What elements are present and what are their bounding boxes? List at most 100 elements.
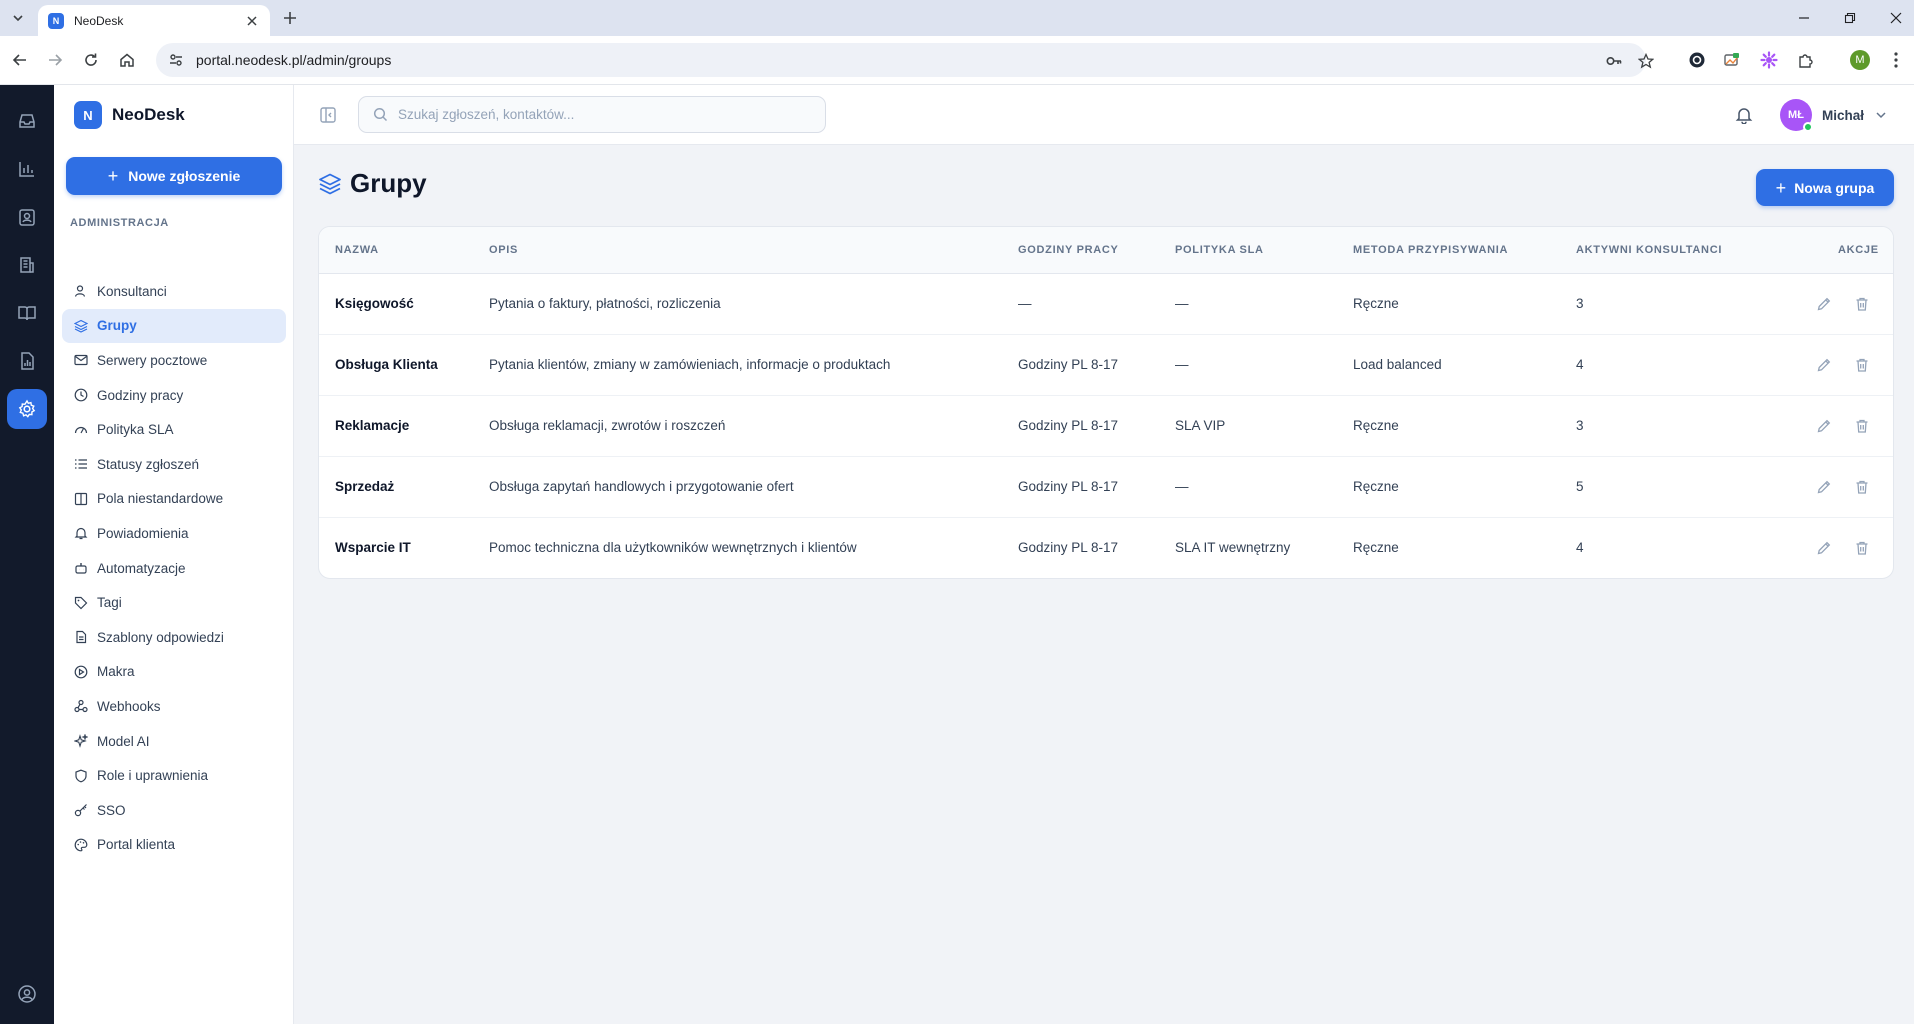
edit-pencil-icon[interactable] xyxy=(1814,294,1834,314)
avatar-initials: MŁ xyxy=(1788,109,1804,121)
sidebar-item-grupy[interactable]: Grupy xyxy=(62,308,286,344)
sidebar-item-szablony-odpowiedzi[interactable]: Szablony odpowiedzi xyxy=(62,620,286,655)
delete-trash-icon[interactable] xyxy=(1852,477,1872,497)
edit-pencil-icon[interactable] xyxy=(1814,477,1834,497)
search-input[interactable] xyxy=(398,107,818,122)
sidebar-toggle-icon[interactable] xyxy=(318,105,338,125)
sidebar-item-sso[interactable]: SSO xyxy=(62,793,286,828)
address-bar[interactable]: portal.neodesk.pl/admin/groups xyxy=(156,43,1654,77)
group-sla-policy: — xyxy=(1175,357,1189,372)
delete-trash-icon[interactable] xyxy=(1852,355,1872,375)
group-name[interactable]: Księgowość xyxy=(335,296,414,311)
robot-icon xyxy=(74,561,88,575)
group-active-agents: 4 xyxy=(1576,540,1584,555)
sidebar-item-serwery-pocztowe[interactable]: Serwery pocztowe xyxy=(62,343,286,378)
rail-companies-icon[interactable] xyxy=(7,245,47,285)
user-menu[interactable]: MŁ Michał xyxy=(1780,99,1888,132)
sidebar-item-polityka-sla[interactable]: Polityka SLA xyxy=(62,412,286,447)
rail-contacts-icon[interactable] xyxy=(7,197,47,237)
sidebar-item-powiadomienia[interactable]: Powiadomienia xyxy=(62,516,286,551)
sidebar-item-konsultanci[interactable]: Konsultanci xyxy=(62,274,286,309)
new-ticket-button[interactable]: + Nowe zgłoszenie xyxy=(66,157,282,195)
section-label: ADMINISTRACJA xyxy=(70,217,169,229)
rail-profile-icon[interactable] xyxy=(7,974,47,1014)
sidebar-item-automatyzacje[interactable]: Automatyzacje xyxy=(62,551,286,586)
table-row[interactable]: Obsługa Klienta Pytania klientów, zmiany… xyxy=(319,335,1893,396)
sidebar-item-role-i-uprawnienia[interactable]: Role i uprawnienia xyxy=(62,758,286,793)
brand[interactable]: N NeoDesk xyxy=(74,101,185,129)
sidebar-item-makra[interactable]: Makra xyxy=(62,655,286,690)
group-assignment-method: Ręczne xyxy=(1353,296,1399,311)
extension-flower-icon[interactable] xyxy=(1757,48,1781,72)
sidebar-item-label: Automatyzacje xyxy=(97,560,186,576)
group-name[interactable]: Sprzedaż xyxy=(335,479,394,494)
close-window-icon[interactable] xyxy=(1878,6,1914,30)
notifications-bell-icon[interactable] xyxy=(1732,103,1756,127)
sidebar-item-label: Portal klienta xyxy=(97,837,176,853)
plus-icon: + xyxy=(107,166,119,186)
minimize-icon[interactable] xyxy=(1786,6,1822,30)
reload-icon[interactable] xyxy=(79,48,103,72)
group-assignment-method: Ręczne xyxy=(1353,540,1399,555)
group-working-hours: — xyxy=(1018,296,1032,311)
table-row[interactable]: Reklamacje Obsługa reklamacji, zwrotów i… xyxy=(319,396,1893,457)
layers-icon xyxy=(319,173,341,194)
group-working-hours: Godziny PL 8-17 xyxy=(1018,479,1119,494)
site-info-icon[interactable] xyxy=(168,52,184,68)
table-row[interactable]: Wsparcie IT Pomoc techniczna dla użytkow… xyxy=(319,518,1893,578)
sidebar-item-label: Grupy xyxy=(97,318,137,334)
browser-tab[interactable]: N NeoDesk xyxy=(38,5,270,36)
sidebar-item-webhooks[interactable]: Webhooks xyxy=(62,689,286,724)
group-name[interactable]: Reklamacje xyxy=(335,418,409,433)
global-search[interactable] xyxy=(358,96,826,133)
columns-icon xyxy=(74,492,88,506)
bookmark-star-icon[interactable] xyxy=(1636,51,1656,71)
sidebar-item-model-ai[interactable]: Model AI xyxy=(62,724,286,759)
back-icon[interactable] xyxy=(8,48,32,72)
tab-search-button[interactable] xyxy=(6,6,30,30)
extension-image-icon[interactable] xyxy=(1720,48,1744,72)
extension-grammar-icon[interactable] xyxy=(1685,48,1709,72)
sidebar-item-pola-niestandardowe[interactable]: Pola niestandardowe xyxy=(62,482,286,517)
search-icon xyxy=(373,107,388,122)
group-working-hours: Godziny PL 8-17 xyxy=(1018,540,1119,555)
group-active-agents: 4 xyxy=(1576,357,1584,372)
delete-trash-icon[interactable] xyxy=(1852,294,1872,314)
group-description: Pytania klientów, zmiany w zamówieniach,… xyxy=(489,357,891,372)
sidebar-item-label: Statusy zgłoszeń xyxy=(97,456,200,472)
new-tab-icon[interactable] xyxy=(280,8,300,28)
sidebar-item-label: Polityka SLA xyxy=(97,422,174,438)
column-header-name[interactable]: NAZWA xyxy=(335,244,379,256)
tab-close-icon[interactable] xyxy=(244,13,260,29)
forward-icon[interactable] xyxy=(43,48,67,72)
group-name[interactable]: Obsługa Klienta xyxy=(335,357,438,372)
rail-inbox-icon[interactable] xyxy=(7,101,47,141)
table-row[interactable]: Księgowość Pytania o faktury, płatności,… xyxy=(319,274,1893,335)
password-key-icon[interactable] xyxy=(1604,51,1624,71)
extensions-puzzle-icon[interactable] xyxy=(1794,48,1818,72)
sidebar-item-godziny-pracy[interactable]: Godziny pracy xyxy=(62,378,286,413)
rail-reports-icon[interactable] xyxy=(7,149,47,189)
sidebar-item-label: SSO xyxy=(97,802,126,818)
restore-icon[interactable] xyxy=(1832,6,1868,30)
delete-trash-icon[interactable] xyxy=(1852,538,1872,558)
rail-knowledge-base-icon[interactable] xyxy=(7,293,47,333)
delete-trash-icon[interactable] xyxy=(1852,416,1872,436)
rail-analytics-icon[interactable] xyxy=(7,341,47,381)
edit-pencil-icon[interactable] xyxy=(1814,538,1834,558)
sidebar-item-tagi[interactable]: Tagi xyxy=(62,585,286,620)
edit-pencil-icon[interactable] xyxy=(1814,355,1834,375)
new-group-button[interactable]: + Nowa grupa xyxy=(1756,169,1894,206)
rail-settings-icon[interactable] xyxy=(7,389,47,429)
table-row[interactable]: Sprzedaż Obsługa zapytań handlowych i pr… xyxy=(319,457,1893,518)
profile-avatar[interactable]: M xyxy=(1848,48,1872,72)
edit-pencil-icon[interactable] xyxy=(1814,416,1834,436)
group-name[interactable]: Wsparcie IT xyxy=(335,540,411,555)
sidebar-item-portal-klienta[interactable]: Portal klienta xyxy=(62,828,286,863)
admin-menu: Konsultanci Grupy Serwery pocztowe Godzi… xyxy=(62,274,286,862)
home-icon[interactable] xyxy=(115,48,139,72)
group-description: Obsługa zapytań handlowych i przygotowan… xyxy=(489,479,794,494)
browser-menu-icon[interactable] xyxy=(1884,48,1908,72)
sidebar-item-statusy-zgloszen[interactable]: Statusy zgłoszeń xyxy=(62,447,286,482)
users-icon xyxy=(74,284,88,298)
